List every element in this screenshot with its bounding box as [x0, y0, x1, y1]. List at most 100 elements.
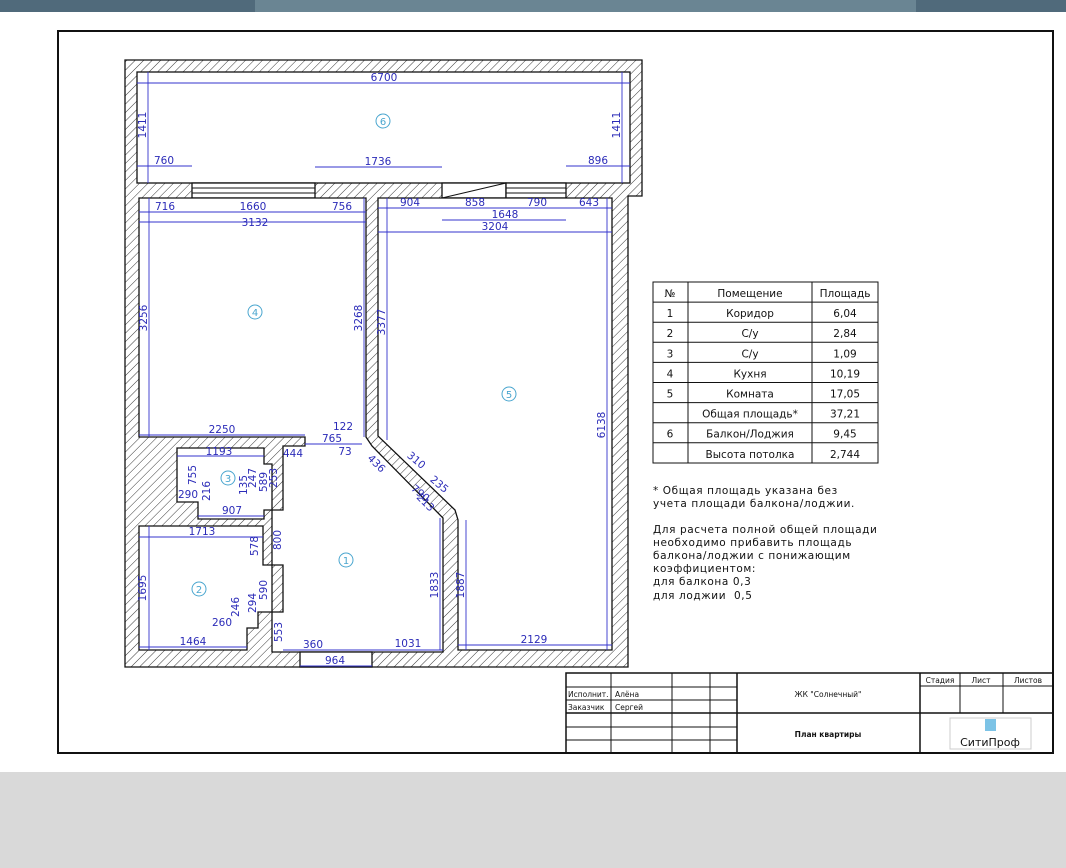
svg-text:800: 800 — [272, 530, 284, 550]
table-row: Общая площадь* 37,21 — [702, 409, 860, 421]
svg-text:790: 790 — [527, 197, 547, 209]
svg-text:балкона/лоджии с понижающим: балкона/лоджии с понижающим — [653, 550, 851, 562]
svg-text:3256: 3256 — [138, 304, 150, 331]
table-cell-area: 6,04 — [833, 308, 857, 320]
table-cell-number: 4 — [667, 368, 674, 380]
svg-text:2: 2 — [196, 585, 202, 596]
table-cell-room: С/у — [741, 328, 758, 340]
table-cell-area: 2,84 — [833, 328, 857, 340]
svg-text:Заказчик: Заказчик — [568, 703, 605, 712]
svg-text:3132: 3132 — [242, 217, 269, 229]
svg-text:1193: 1193 — [206, 446, 233, 458]
svg-text:для балкона 0,3: для балкона 0,3 — [653, 576, 751, 588]
svg-text:1660: 1660 — [240, 201, 267, 213]
svg-text:1464: 1464 — [180, 636, 207, 648]
svg-text:553: 553 — [273, 622, 285, 642]
table-cell-room: Общая площадь* — [702, 409, 798, 421]
svg-text:590: 590 — [258, 580, 270, 600]
svg-text:216: 216 — [201, 481, 213, 501]
table-row: 2 С/у 2,84 — [667, 328, 857, 340]
table-cell-room: Коридор — [726, 308, 774, 320]
svg-text:444: 444 — [283, 448, 303, 460]
svg-text:3204: 3204 — [482, 221, 509, 233]
table-cell-number: 5 — [667, 389, 674, 401]
svg-text:253: 253 — [268, 468, 280, 488]
svg-text:1713: 1713 — [189, 526, 216, 538]
svg-text:756: 756 — [332, 201, 352, 213]
svg-text:2250: 2250 — [209, 424, 236, 436]
svg-text:6: 6 — [380, 117, 386, 128]
table-cell-area: 1,09 — [833, 348, 856, 360]
svg-text:3377: 3377 — [376, 309, 388, 336]
svg-text:1648: 1648 — [492, 209, 519, 221]
svg-text:6700: 6700 — [371, 72, 398, 84]
svg-text:1411: 1411 — [137, 112, 149, 139]
svg-text:3268: 3268 — [353, 305, 365, 332]
svg-text:1736: 1736 — [365, 156, 392, 168]
svg-text:896: 896 — [588, 155, 608, 167]
logo-icon — [985, 719, 996, 731]
svg-text:755: 755 — [187, 465, 199, 485]
table-cell-number: 1 — [667, 308, 674, 320]
svg-text:964: 964 — [325, 655, 345, 667]
svg-text:907: 907 — [222, 505, 242, 517]
svg-text:2129: 2129 — [521, 634, 548, 646]
table-cell-number: 6 — [667, 429, 674, 441]
svg-text:Сергей: Сергей — [615, 703, 643, 712]
svg-text:360: 360 — [303, 639, 323, 651]
svg-text:1: 1 — [343, 556, 349, 567]
table-cell-room: Высота потолка — [706, 449, 795, 461]
svg-text:Листов: Листов — [1014, 676, 1042, 685]
table-header-area: Площадь — [820, 288, 871, 300]
table-cell-area: 17,05 — [830, 389, 860, 401]
svg-text:5: 5 — [506, 390, 512, 401]
svg-text:760: 760 — [154, 155, 174, 167]
svg-text:290: 290 — [178, 489, 198, 501]
table-cell-room: Комната — [726, 389, 774, 401]
window-room5 — [505, 182, 567, 199]
svg-text:коэффициентом:: коэффициентом: — [653, 563, 756, 575]
svg-text:Стадия: Стадия — [926, 676, 955, 685]
svg-text:1833: 1833 — [429, 572, 441, 599]
floor-plan-drawing: 6 4 5 3 1 2 6700 1411 1411 760 1736 896 … — [57, 30, 1054, 754]
svg-text:260: 260 — [212, 617, 232, 629]
table-header-room: Помещение — [717, 288, 782, 300]
svg-text:578: 578 — [249, 536, 261, 556]
svg-text:716: 716 — [155, 201, 175, 213]
svg-text:643: 643 — [579, 197, 599, 209]
svg-text:858: 858 — [465, 197, 485, 209]
svg-text:246: 246 — [230, 597, 242, 617]
table-row: 3 С/у 1,09 — [667, 348, 857, 360]
area-table: № Помещение Площадь 1 Коридор 6,04 2 С/у 2,84… — [652, 281, 879, 464]
table-cell-area: 37,21 — [830, 409, 860, 421]
balcony-door — [441, 182, 507, 199]
table-cell-room: Балкон/Лоджия — [706, 429, 794, 441]
table-header-number: № — [665, 288, 676, 300]
svg-text:учета площади балкона/лоджии.: учета площади балкона/лоджии. — [653, 498, 855, 510]
svg-text:1411: 1411 — [611, 112, 623, 139]
svg-text:Лист: Лист — [971, 676, 991, 685]
svg-text:ЖК "Солнечный": ЖК "Солнечный" — [795, 690, 862, 699]
notes: * Общая площадь указана без учета площад… — [653, 485, 877, 602]
table-row: 1 Коридор 6,04 — [667, 308, 857, 320]
svg-text:3: 3 — [225, 474, 231, 485]
svg-text:294: 294 — [247, 593, 259, 613]
svg-text:Исполнит.: Исполнит. — [568, 690, 609, 699]
svg-text:73: 73 — [338, 446, 351, 458]
table-cell-number: 2 — [667, 328, 674, 340]
table-row: 6 Балкон/Лоджия 9,45 — [667, 429, 857, 441]
svg-text:6138: 6138 — [596, 412, 608, 439]
svg-text:1695: 1695 — [137, 575, 149, 602]
window-kitchen — [191, 182, 316, 199]
table-cell-area: 10,19 — [830, 368, 860, 380]
svg-text:* Общая площадь указана без: * Общая площадь указана без — [653, 485, 838, 497]
table-cell-room: С/у — [741, 348, 758, 360]
table-row: Высота потолка 2,744 — [706, 449, 861, 461]
svg-text:4: 4 — [252, 308, 258, 319]
svg-text:План квартиры: План квартиры — [795, 730, 862, 739]
svg-text:765: 765 — [322, 433, 342, 445]
svg-text:для лоджии 0,5: для лоджии 0,5 — [653, 590, 753, 602]
table-cell-room: Кухня — [733, 368, 766, 380]
table-row: 5 Комната 17,05 — [667, 389, 860, 401]
logo-text: СитиПроф — [960, 736, 1020, 749]
